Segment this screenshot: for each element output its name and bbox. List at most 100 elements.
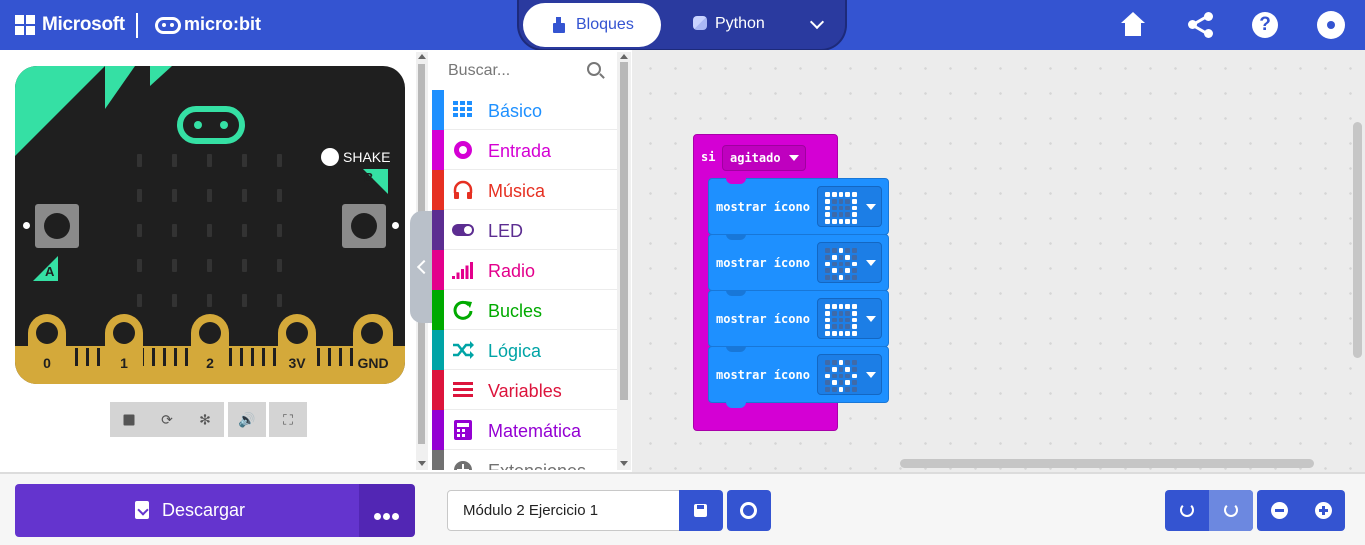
show-icon-label: mostrar ícono [716, 368, 810, 382]
microbit-logo-icon[interactable] [155, 17, 181, 34]
save-icon [694, 504, 707, 517]
save-button[interactable] [679, 490, 723, 531]
tab-python[interactable]: Python [693, 15, 765, 33]
category-3[interactable]: LED [432, 210, 617, 250]
scroll-down-icon[interactable] [620, 461, 628, 466]
microsoft-brand[interactable]: Microsoft [42, 14, 125, 36]
collapse-simulator-button[interactable] [410, 211, 434, 323]
zoom-out-button[interactable] [1257, 490, 1301, 531]
icon-picker[interactable] [817, 186, 882, 227]
tab-blocks[interactable]: Bloques [523, 3, 661, 47]
category-9[interactable]: Extensiones [432, 450, 617, 470]
fullscreen-button[interactable]: ⛶ [269, 402, 307, 437]
pin-1[interactable] [105, 314, 143, 384]
show-icon-block[interactable]: mostrar ícono [708, 234, 889, 291]
pin-0[interactable] [28, 314, 66, 384]
home-icon[interactable] [1119, 11, 1147, 39]
button-a[interactable] [35, 204, 79, 248]
pin-2[interactable] [191, 314, 229, 384]
diamond-icon [825, 248, 857, 280]
workspace-horizontal-scrollbar[interactable] [900, 459, 1314, 468]
puzzle-icon [553, 17, 565, 33]
scroll-down-icon[interactable] [418, 461, 426, 466]
category-color-stripe [432, 210, 444, 250]
pin-0-label: 0 [43, 355, 51, 371]
led [277, 154, 282, 167]
edge-tooth [251, 348, 254, 366]
simulator-panel: SHAKE B A 0 1 2 3V GND ⟳ ✻ 🔊 ⛶ [0, 50, 415, 472]
icon-picker[interactable] [817, 298, 882, 339]
zoom-out-icon [1271, 502, 1288, 519]
target-icon [452, 139, 474, 161]
restart-button[interactable]: ⟳ [148, 402, 186, 437]
sound-button[interactable]: 🔊 [228, 402, 266, 437]
search-icon[interactable] [587, 62, 601, 76]
github-button[interactable] [727, 490, 771, 531]
category-label: Matemática [488, 421, 582, 441]
show-icon-block[interactable]: mostrar ícono [708, 290, 889, 347]
edge-tooth [97, 348, 100, 366]
workspace-vertical-scrollbar[interactable] [1353, 122, 1362, 358]
category-1[interactable]: Entrada [432, 130, 617, 170]
button-b-label: B [364, 170, 374, 185]
touch-logo-icon[interactable] [177, 106, 245, 144]
button-b[interactable] [342, 204, 386, 248]
edge-tooth [229, 348, 232, 366]
category-6[interactable]: Lógica [432, 330, 617, 370]
project-name-input[interactable] [447, 490, 680, 531]
shake-button[interactable] [321, 148, 339, 166]
led [172, 259, 177, 272]
microsoft-logo-icon[interactable] [15, 15, 35, 35]
category-4[interactable]: Radio [432, 250, 617, 290]
debug-button[interactable]: ✻ [186, 402, 224, 437]
show-icon-block[interactable]: mostrar ícono [708, 346, 889, 403]
diamond-icon [825, 360, 857, 392]
category-color-stripe [432, 450, 444, 470]
category-8[interactable]: Matemática [432, 410, 617, 450]
toolbox-search[interactable]: Buscar... [432, 50, 617, 90]
microbit-brand[interactable]: micro:bit [184, 14, 261, 35]
restart-icon: ⟳ [161, 411, 173, 427]
icon-picker[interactable] [817, 354, 882, 395]
search-input[interactable]: Buscar... [448, 62, 510, 80]
toolbox-scrollbar[interactable] [617, 52, 631, 470]
show-icon-block[interactable]: mostrar ícono [708, 178, 889, 235]
grid-icon [452, 99, 474, 121]
category-0[interactable]: Básico [432, 90, 617, 130]
led [242, 154, 247, 167]
led [172, 189, 177, 202]
list-icon [452, 379, 474, 401]
scroll-up-icon[interactable] [418, 54, 426, 59]
category-5[interactable]: Bucles [432, 290, 617, 330]
zoom-in-button[interactable] [1301, 490, 1345, 531]
scroll-up-icon[interactable] [620, 54, 628, 59]
gear-icon[interactable] [1318, 12, 1344, 38]
sound-icon: 🔊 [238, 411, 256, 427]
category-label: Bucles [488, 301, 543, 321]
edge-tooth [273, 348, 276, 366]
share-icon[interactable] [1187, 11, 1215, 39]
shake-label: SHAKE [343, 149, 391, 165]
more-options-button[interactable] [359, 484, 415, 537]
microbit-board[interactable]: SHAKE B A 0 1 2 3V GND [15, 66, 405, 384]
headphones-icon [452, 179, 474, 201]
edge-dot [23, 222, 30, 229]
show-icon-label: mostrar ícono [716, 312, 810, 326]
redo-button[interactable] [1209, 490, 1253, 531]
toolbox-scroll-thumb[interactable] [620, 62, 628, 400]
shuffle-icon [452, 339, 474, 361]
chevron-down-icon[interactable] [809, 14, 825, 30]
led [137, 224, 142, 237]
category-7[interactable]: Variables [432, 370, 617, 410]
dropdown-arrow-icon [866, 372, 876, 378]
block-notch [726, 234, 746, 240]
category-label: LED [488, 221, 524, 241]
pin-3v-label: 3V [288, 355, 306, 371]
stop-button[interactable] [110, 402, 148, 437]
download-button[interactable]: Descargar [15, 484, 359, 537]
gesture-dropdown[interactable]: agitado [722, 145, 806, 171]
category-2[interactable]: Música [432, 170, 617, 210]
undo-button[interactable] [1165, 490, 1209, 531]
help-icon[interactable]: ? [1252, 12, 1278, 38]
icon-picker[interactable] [817, 242, 882, 283]
